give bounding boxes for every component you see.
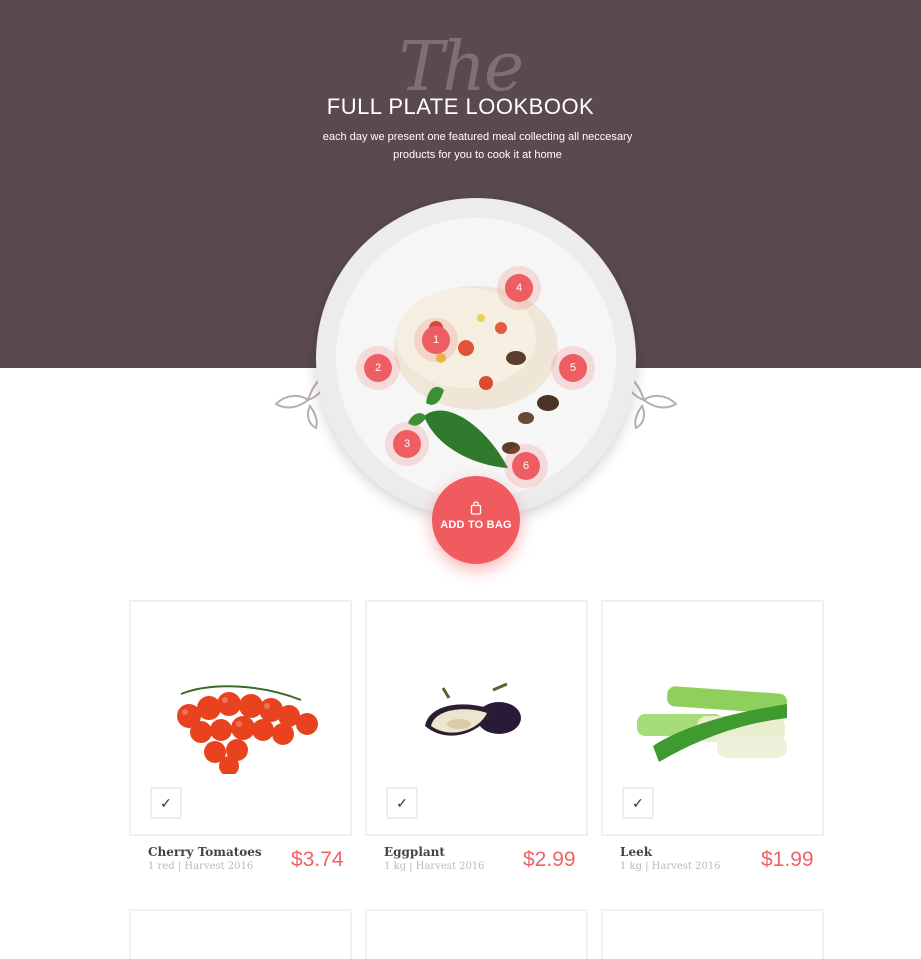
product-name[interactable]: Cherry Tomatoes: [148, 845, 262, 859]
product-price: $2.99: [523, 848, 576, 871]
product-card-cherry-tomatoes[interactable]: ✓: [129, 600, 352, 836]
add-to-bag-button[interactable]: ADD TO BAG: [432, 476, 520, 564]
product-meta: 1 kg | Harvest 2016: [384, 861, 485, 872]
hotspot-pin-2[interactable]: 2: [364, 354, 392, 382]
select-checkbox[interactable]: ✓: [150, 787, 182, 819]
select-checkbox[interactable]: ✓: [622, 787, 654, 819]
product-name[interactable]: Leek: [620, 845, 652, 859]
product-card-eggplant[interactable]: ✓: [365, 600, 588, 836]
cherry-tomatoes-image: [177, 685, 318, 774]
page-title: FULL PLATE LOOKBOOK: [326, 94, 595, 119]
hotspot-pin-3[interactable]: 3: [393, 430, 421, 458]
add-to-bag-label: ADD TO BAG: [440, 519, 512, 531]
rice-dish-image: [394, 286, 559, 468]
product-meta: 1 red | Harvest 2016: [148, 861, 254, 872]
hero-subtitle: each day we present one featured meal co…: [322, 131, 633, 161]
hotspot-pin-1[interactable]: 1: [422, 326, 450, 354]
featured-plate: 1 2 3 4 5 6: [316, 198, 636, 518]
product-card-leek[interactable]: ✓: [601, 600, 824, 836]
product-name[interactable]: Eggplant: [384, 845, 445, 859]
product-meta: 1 kg | Harvest 2016: [620, 861, 721, 872]
hotspot-pin-6[interactable]: 6: [512, 452, 540, 480]
leek-image: [637, 686, 787, 762]
product-price: $1.99: [761, 848, 814, 871]
hotspot-pin-4[interactable]: 4: [505, 274, 533, 302]
hotspot-pin-5[interactable]: 5: [559, 354, 587, 382]
product-price: $3.74: [291, 848, 344, 871]
shopping-bag-icon: [470, 501, 482, 515]
eggplant-image: [425, 682, 521, 736]
select-checkbox[interactable]: ✓: [386, 787, 418, 819]
